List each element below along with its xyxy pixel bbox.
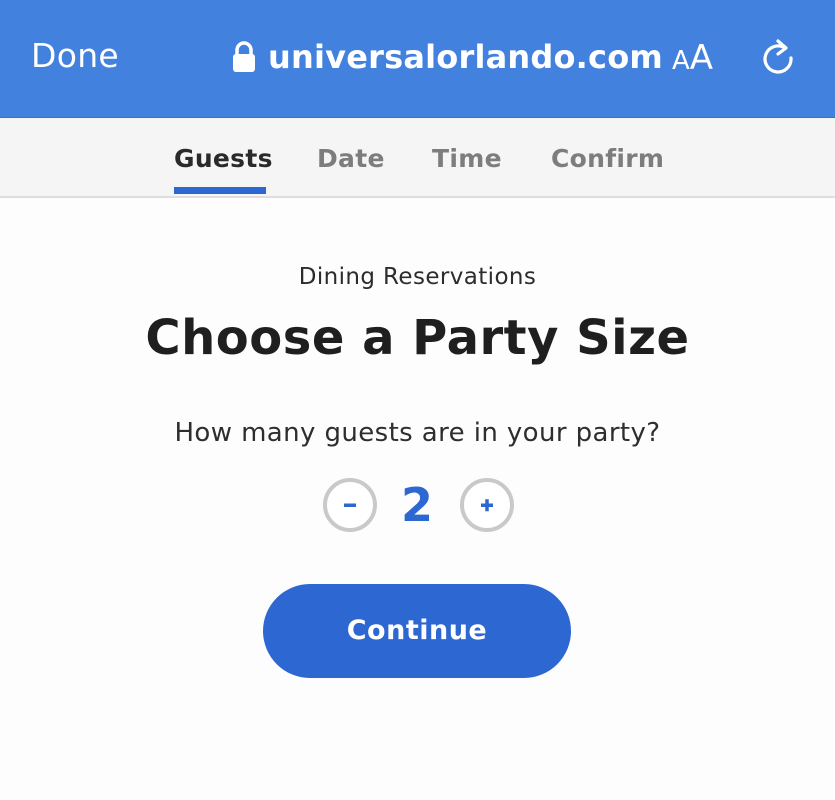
page-title: Choose a Party Size bbox=[145, 310, 690, 366]
party-size-question: How many guests are in your party? bbox=[174, 418, 661, 448]
reload-icon[interactable] bbox=[758, 36, 798, 78]
url-text: universalorlando.com bbox=[268, 38, 663, 76]
page: Done universalorlando.com AA Guests Date… bbox=[0, 0, 835, 800]
plus-icon bbox=[464, 482, 510, 528]
step-tabs: Guests Date Time Confirm bbox=[0, 118, 835, 198]
increase-guests-button[interactable] bbox=[460, 478, 514, 532]
tab-date[interactable]: Date bbox=[317, 144, 385, 173]
minus-icon bbox=[327, 482, 373, 528]
text-size-button[interactable]: AA bbox=[672, 38, 713, 81]
decrease-guests-button[interactable] bbox=[323, 478, 377, 532]
party-size-value: 2 bbox=[400, 478, 433, 532]
address-bar[interactable]: universalorlando.com bbox=[232, 34, 663, 80]
text-size-large-label: A bbox=[689, 38, 714, 78]
continue-button[interactable]: Continue bbox=[263, 584, 571, 678]
text-size-small-label: A bbox=[672, 46, 690, 76]
page-subtitle: Dining Reservations bbox=[298, 264, 537, 290]
browser-toolbar: Done universalorlando.com AA bbox=[0, 0, 835, 118]
tab-guests[interactable]: Guests bbox=[174, 144, 273, 173]
lock-icon bbox=[232, 41, 256, 73]
tab-time[interactable]: Time bbox=[432, 144, 502, 173]
done-button[interactable]: Done bbox=[31, 36, 119, 75]
active-tab-indicator bbox=[174, 187, 266, 194]
tab-confirm[interactable]: Confirm bbox=[551, 144, 664, 173]
